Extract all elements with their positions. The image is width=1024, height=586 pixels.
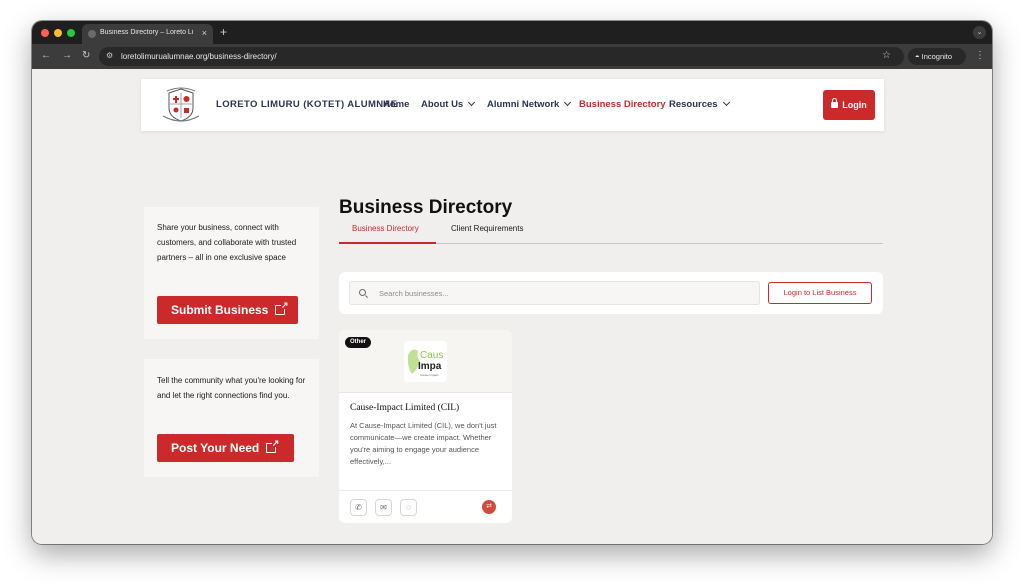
incognito-icon: ◓ [915,52,920,61]
email-icon[interactable]: ✉ [375,499,392,516]
search-input[interactable]: Search businesses... [349,281,760,305]
browser-tab[interactable]: Business Directory – Loreto Li × [82,24,213,44]
tab-close-icon[interactable]: × [202,27,207,39]
close-window-button[interactable] [41,29,49,37]
login-label: Login [842,100,867,110]
post-need-button[interactable]: Post Your Need ↗ [157,434,294,462]
login-button[interactable]: Login [823,90,875,120]
business-card-header: Other Caus Impa Cause Impact [339,330,512,393]
logo-tagline: Cause Impact [420,373,439,377]
post-need-label: Post Your Need [171,441,260,455]
browser-menu-icon[interactable]: ⋮ [975,50,985,62]
phone-icon[interactable]: ✆ [350,499,367,516]
alumnae-logo[interactable] [157,86,205,124]
search-placeholder: Search businesses... [379,289,449,298]
search-panel: Search businesses... Login to List Busin… [339,272,883,314]
reload-icon[interactable]: ↻ [82,50,90,62]
tab-strip: Business Directory – Loreto Li × + ⌄ [32,21,992,44]
address-bar[interactable]: ⚙ loretolimurualumnae.org/business-direc… [99,47,904,66]
post-need-text: Tell the community what you're looking f… [157,376,306,400]
submit-business-button[interactable]: Submit Business ↗ [157,296,298,324]
browser-window: Business Directory – Loreto Li × + ⌄ ← →… [32,21,992,544]
url-text[interactable]: loretolimurualumnae.org/business-directo… [121,52,277,61]
chevron-down-icon [722,98,730,107]
maximize-window-button[interactable] [67,29,75,37]
logo-text-top: Caus [420,350,443,361]
external-link-icon: ↗ [275,301,288,315]
browser-toolbar: ← → ↻ ⚙ loretolimurualumnae.org/business… [32,44,992,69]
submit-business-label: Submit Business [171,303,269,317]
business-card[interactable]: Other Caus Impa Cause Impact Cause-Impac… [339,330,512,523]
tab-title: Business Directory – Loreto Li [100,29,194,36]
page-title: Business Directory [339,197,513,218]
tab-business-directory[interactable]: Business Directory [352,224,419,233]
directory-tabs: Business Directory Client Requirements [339,219,883,244]
site-info-icon[interactable]: ⚙ [106,51,113,60]
new-tab-button[interactable]: + [220,25,227,39]
nav-about-label: About Us [421,99,464,110]
submit-business-card: Share your business, connect with custom… [144,207,319,339]
lock-icon [831,98,839,108]
nav-about-us[interactable]: About Us [421,98,476,110]
nav-resources-label: Resources [669,99,718,110]
login-to-list-button[interactable]: Login to List Business [768,282,872,304]
favicon-icon [88,30,96,38]
category-badge: Other [345,337,372,348]
external-link-icon: ↗ [266,439,279,453]
tab-client-requirements[interactable]: Client Requirements [451,224,523,233]
incognito-label: Incognito [921,52,953,61]
whatsapp-icon[interactable]: ◌ [400,499,417,516]
site-brand[interactable]: LORETO LIMURU (KOTET) ALUMNAE [216,99,398,110]
nav-alumni-label: Alumni Network [487,99,560,110]
web-page: LORETO LIMURU (KOTET) ALUMNAE Home About… [32,69,992,544]
chevron-down-icon [564,98,572,107]
tab-search-icon[interactable]: ⌄ [973,26,986,39]
business-description: At Cause-Impact Limited (CIL), we don't … [350,421,497,466]
nav-home[interactable]: Home [383,99,409,110]
minimize-window-button[interactable] [54,29,62,37]
site-header: LORETO LIMURU (KOTET) ALUMNAE Home About… [141,79,884,131]
business-name[interactable]: Cause-Impact Limited (CIL) [350,403,459,413]
business-logo: Caus Impa Cause Impact [404,341,447,382]
search-icon [359,289,366,296]
nav-resources[interactable]: Resources [669,98,730,110]
bookmark-star-icon[interactable]: ☆ [882,50,891,62]
active-tab-indicator [339,242,436,244]
logo-text-bottom: Impa [418,361,442,372]
forward-icon[interactable]: → [62,50,72,62]
nav-alumni-network[interactable]: Alumni Network [487,98,572,110]
submit-business-text: Share your business, connect with custom… [157,223,297,262]
chevron-down-icon [468,98,476,107]
incognito-indicator[interactable]: ◓ Incognito [908,48,966,65]
back-icon[interactable]: ← [41,50,51,62]
business-card-footer: ✆ ✉ ◌ ⇄ [339,490,512,523]
post-need-card: Tell the community what you're looking f… [144,359,319,477]
nav-business-directory[interactable]: Business Directory [579,99,666,110]
share-icon[interactable]: ⇄ [482,500,496,514]
